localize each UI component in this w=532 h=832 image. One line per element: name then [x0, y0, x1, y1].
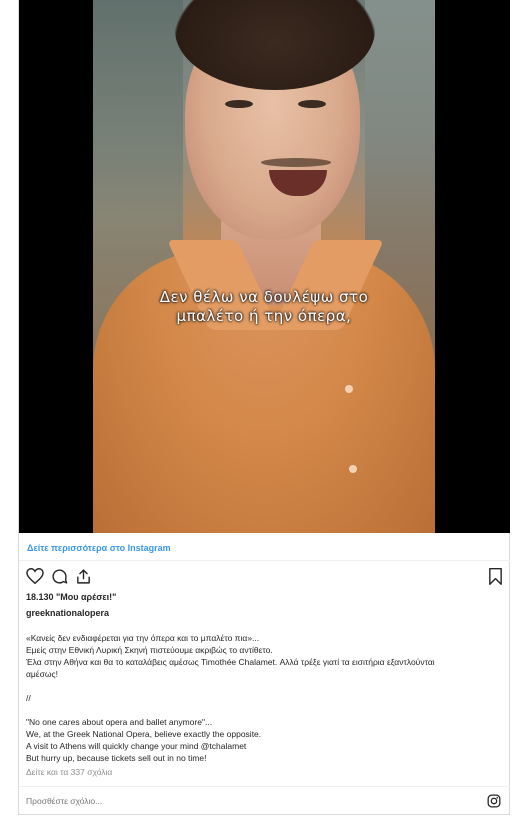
caption-line: A visit to Athens will quickly change yo… — [26, 741, 247, 751]
share-icon[interactable] — [73, 566, 93, 586]
video-frame[interactable]: Δεν θέλω να δουλέψω στο μπαλέτο ή την όπ… — [93, 0, 435, 533]
instagram-logo-icon[interactable] — [487, 794, 501, 808]
caption-line: We, at the Greek National Opera, believe… — [26, 729, 262, 739]
comment-icon[interactable] — [49, 566, 69, 586]
post-actions-bar — [25, 566, 505, 588]
shirt-button — [349, 465, 357, 473]
instagram-embed-card: Δεν θέλω να δουλέψω στο μπαλέτο ή την όπ… — [18, 0, 510, 815]
bookmark-icon[interactable] — [485, 566, 505, 586]
comment-input[interactable] — [26, 796, 406, 806]
caption-line: But hurry up, because tickets sell out i… — [26, 753, 207, 763]
divider — [19, 560, 510, 561]
shirt-button — [345, 385, 353, 393]
heart-icon[interactable] — [25, 566, 45, 586]
caption-line: Εμείς στην Εθνική Λυρική Σκηνή πιστεύουμ… — [26, 645, 273, 655]
video-subtitle-line-2: μπαλέτο ή την όπερα, — [176, 307, 352, 325]
post-username[interactable]: greeknationalopera — [26, 608, 109, 618]
caption-line: Έλα στην Αθήνα και θα το καταλάβεις αμέσ… — [26, 657, 435, 667]
post-video[interactable]: Δεν θέλω να δουλέψω στο μπαλέτο ή την όπ… — [19, 0, 510, 533]
caption-line: «Κανείς δεν ενδιαφέρεται για την όπερα κ… — [26, 633, 260, 643]
caption-line: // — [26, 693, 31, 703]
person-mustache — [261, 158, 331, 167]
likes-count[interactable]: 18.130 "Μου αρέσει!" — [26, 592, 116, 602]
caption-line: "No one cares about opera and ballet any… — [26, 717, 213, 727]
caption-line: αμέσως! — [26, 669, 58, 679]
video-subtitle-line-1: Δεν θέλω να δουλέψω στο — [159, 288, 369, 306]
add-comment-bar — [19, 786, 510, 815]
person-eye-left — [225, 100, 253, 108]
view-more-on-instagram-link[interactable]: Δείτε περισσότερα στο Instagram — [27, 543, 171, 553]
view-all-comments-link[interactable]: Δείτε και τα 337 σχόλια — [26, 767, 112, 777]
person-eye-right — [298, 100, 326, 108]
